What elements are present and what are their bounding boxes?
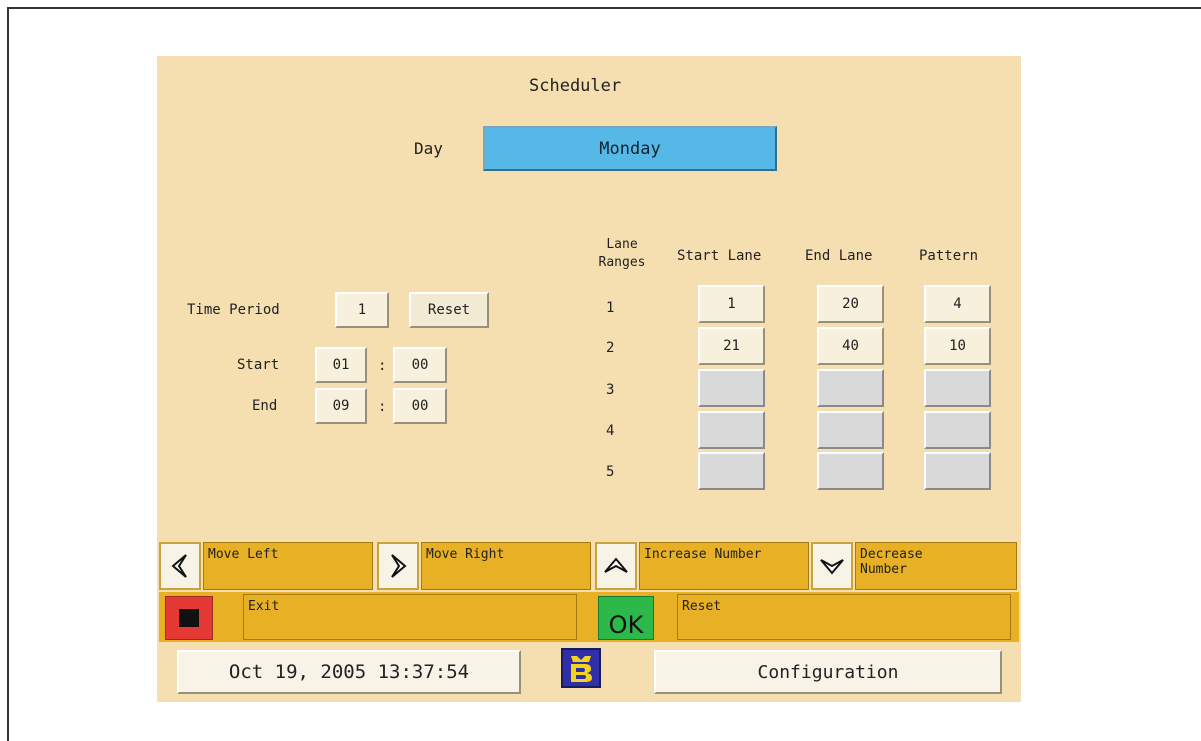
end-lane-value: 40 [842,338,859,354]
page-title: Scheduler [529,76,622,96]
decrease-key[interactable] [811,542,853,590]
pattern-field[interactable]: 4 [924,285,991,323]
start-label: Start [237,357,280,373]
scheduler-panel: Scheduler Day Monday Time Period 1 Reset… [157,56,1021,702]
exit-label-box: Exit [243,594,577,640]
logo-button[interactable] [561,648,601,688]
end-lane-header: End Lane [805,248,873,264]
start-lane-field[interactable]: 1 [698,285,765,323]
arrow-up-icon [604,557,628,573]
exit-key[interactable] [165,596,213,640]
start-minute-value: 00 [411,357,429,373]
start-minute-field[interactable]: 00 [393,347,447,383]
lane-range-number: 1 [606,300,615,316]
exit-label: Exit [248,599,280,614]
start-lane-value: 1 [727,296,736,312]
start-separator: : [378,358,387,374]
end-lane-field[interactable] [817,369,884,407]
configuration-button[interactable]: Configuration [654,650,1002,694]
end-lane-field[interactable]: 40 [817,327,884,365]
end-label: End [252,398,278,414]
time-period-field[interactable]: 1 [335,292,389,328]
start-lane-field[interactable]: 21 [698,327,765,365]
arrow-right-icon [391,554,407,578]
move-right-label: Move Right [426,547,505,562]
increase-key[interactable] [595,542,637,590]
day-selector[interactable]: Monday [483,126,777,171]
pattern-field[interactable]: 10 [924,327,991,365]
time-reset-button[interactable]: Reset [409,292,489,328]
day-value: Monday [599,138,661,159]
increase-label-box: Increase Number [639,542,809,590]
decrease-label-box: Decrease Number [855,542,1017,590]
move-left-label: Move Left [208,547,279,562]
end-lane-field[interactable] [817,411,884,449]
end-hour-value: 09 [332,398,350,414]
end-lane-field[interactable]: 20 [817,285,884,323]
arrow-down-icon [820,559,844,575]
reset-label-box: Reset [677,594,1011,640]
pattern-field[interactable] [924,452,991,490]
lane-range-number: 5 [606,464,615,480]
end-separator: : [378,399,387,415]
configuration-label: Configuration [757,661,899,683]
lane-range-number: 2 [606,340,615,356]
reset-label: Reset [682,599,722,614]
time-period-label: Time Period [187,302,280,318]
end-lane-value: 20 [842,296,859,312]
ok-icon: OK [608,611,644,639]
start-lane-field[interactable] [698,369,765,407]
pattern-value: 4 [953,296,962,312]
lane-ranges-header: Lane Ranges [598,237,646,270]
move-left-label-box: Move Left [203,542,373,590]
ok-key[interactable]: OK [598,596,654,640]
time-period-value: 1 [357,302,367,318]
move-right-label-box: Move Right [421,542,591,590]
move-right-key[interactable] [377,542,419,590]
time-reset-label: Reset [427,302,471,318]
move-left-key[interactable] [159,542,201,590]
start-hour-value: 01 [332,357,350,373]
datetime-display: Oct 19, 2005 13:37:54 [177,650,521,694]
start-lane-field[interactable] [698,452,765,490]
end-minute-field[interactable]: 00 [393,388,447,424]
pattern-value: 10 [949,338,966,354]
start-lane-header: Start Lane [677,248,762,264]
start-hour-field[interactable]: 01 [315,347,367,383]
arrow-left-icon [171,554,187,578]
start-lane-value: 21 [723,338,740,354]
pattern-field[interactable] [924,411,991,449]
stop-icon [179,609,199,627]
decrease-label: Decrease Number [860,547,923,577]
end-hour-field[interactable]: 09 [315,388,367,424]
end-minute-value: 00 [411,398,429,414]
increase-label: Increase Number [644,547,762,562]
lane-range-number: 4 [606,423,615,439]
end-lane-field[interactable] [817,452,884,490]
brand-logo-icon [571,656,592,682]
pattern-header: Pattern [919,248,979,264]
lane-range-number: 3 [606,382,615,398]
pattern-field[interactable] [924,369,991,407]
start-lane-field[interactable] [698,411,765,449]
day-label: Day [414,139,443,158]
datetime-value: Oct 19, 2005 13:37:54 [228,661,470,683]
